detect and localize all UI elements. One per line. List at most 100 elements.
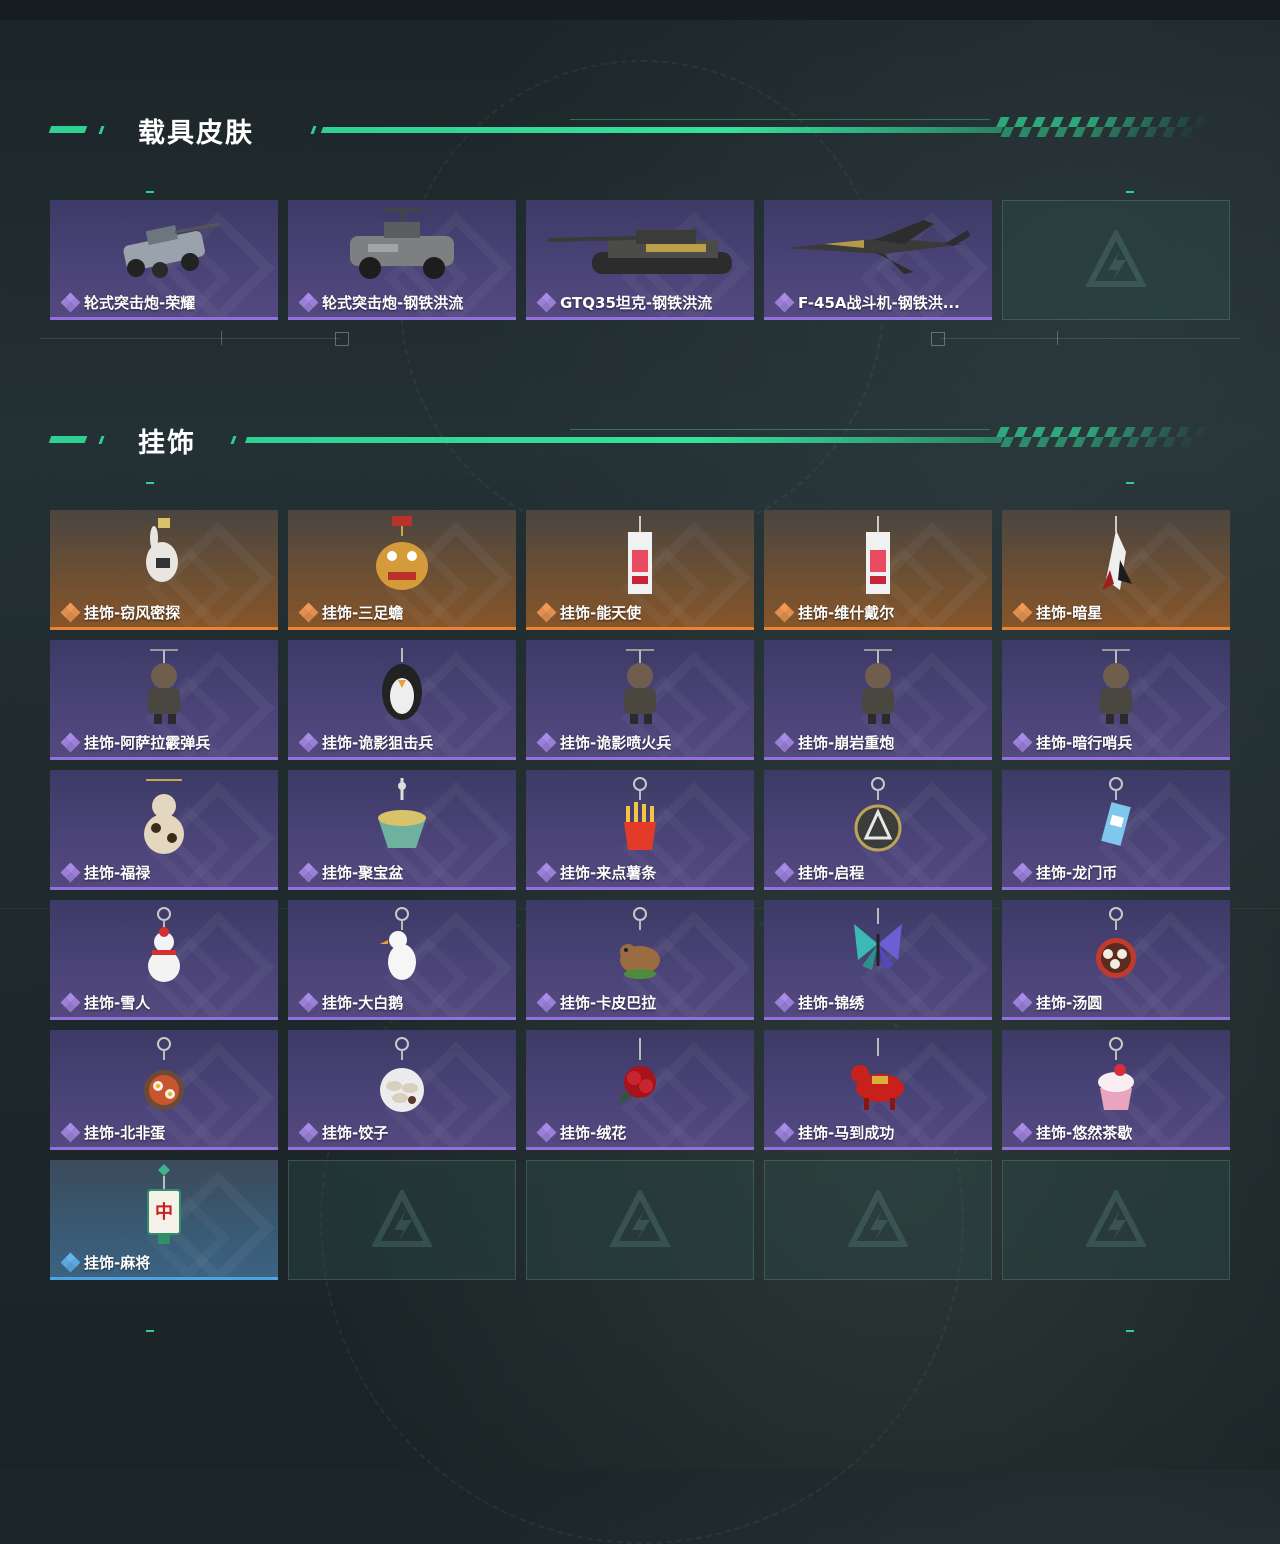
- item-card[interactable]: 挂饰-暗行哨兵: [1002, 640, 1230, 760]
- item-card[interactable]: 挂饰-诡影喷火兵: [526, 640, 754, 760]
- item-name: 挂饰-窃风密探: [84, 604, 181, 622]
- item-name: 挂饰-悠然茶歇: [1036, 1124, 1133, 1142]
- item-name: 挂饰-暗行哨兵: [1036, 734, 1133, 752]
- item-label-row: 挂饰-三足蟾: [298, 602, 404, 623]
- item-name: 挂饰-诡影喷火兵: [560, 734, 672, 752]
- item-card[interactable]: 挂饰-大白鹅: [288, 900, 516, 1020]
- item-card[interactable]: 挂饰-窃风密探: [50, 510, 278, 630]
- item-label-row: 挂饰-维什戴尔: [774, 602, 894, 623]
- item-label-row: 挂饰-暗行哨兵: [1012, 732, 1133, 753]
- rarity-diamond-icon: [536, 1122, 557, 1142]
- rarity-diamond-icon: [536, 862, 557, 882]
- empty-slot-logo-icon: [848, 1190, 908, 1247]
- empty-slot-card[interactable]: [764, 1160, 992, 1280]
- item-card[interactable]: 轮式突击炮-荣耀: [50, 200, 278, 320]
- item-label-row: 挂饰-龙门币: [1012, 862, 1118, 883]
- item-name: 挂饰-龙门币: [1036, 864, 1118, 882]
- bg-ruler: [940, 338, 1240, 339]
- item-label-row: 挂饰-北非蛋: [60, 1122, 165, 1143]
- rarity-diamond-icon: [774, 992, 795, 1012]
- item-card[interactable]: 挂饰-暗星: [1002, 510, 1230, 630]
- item-card[interactable]: 挂饰-福禄: [50, 770, 278, 890]
- item-label-row: 挂饰-大白鹅: [298, 992, 403, 1013]
- bg-ruler: [40, 338, 340, 339]
- item-card[interactable]: 挂饰-龙门币: [1002, 770, 1230, 890]
- item-card[interactable]: 挂饰-三足蟾: [288, 510, 516, 630]
- item-label-row: 挂饰-来点薯条: [536, 862, 656, 883]
- item-card[interactable]: 挂饰-马到成功: [764, 1030, 992, 1150]
- header-dash: [230, 436, 237, 444]
- item-card[interactable]: 挂饰-悠然茶歇: [1002, 1030, 1230, 1150]
- tank-icon: [547, 230, 732, 274]
- item-label-row: 挂饰-启程: [774, 862, 864, 883]
- item-name: 挂饰-暗星: [1036, 604, 1103, 622]
- item-label-row: 挂饰-卡皮巴拉: [536, 992, 656, 1013]
- item-label-row: 挂饰-暗星: [1012, 602, 1103, 623]
- item-name: 挂饰-聚宝盆: [322, 864, 404, 882]
- item-card[interactable]: 挂饰-绒花: [526, 1030, 754, 1150]
- item-name: 挂饰-锦绣: [798, 994, 865, 1012]
- vehicle-section-header: 载具皮肤: [48, 117, 1211, 149]
- charm-section-header: 挂饰: [48, 427, 1211, 459]
- header-dash: [310, 126, 317, 134]
- item-card[interactable]: 挂饰-雪人: [50, 900, 278, 1020]
- empty-slot-card[interactable]: [1002, 1160, 1230, 1280]
- item-card[interactable]: F-45A战斗机-钢铁洪...: [764, 200, 992, 320]
- item-card[interactable]: 挂饰-诡影狙击兵: [288, 640, 516, 760]
- item-label-row: 挂饰-阿萨拉霰弹兵: [60, 732, 210, 753]
- gourd-charm-icon: [144, 779, 184, 854]
- rarity-diamond-icon: [1012, 1122, 1033, 1142]
- item-card[interactable]: 挂饰-启程: [764, 770, 992, 890]
- corner-mark: [1126, 1330, 1134, 1332]
- empty-slot-logo-icon: [372, 1190, 432, 1247]
- item-card[interactable]: 挂饰-能天使: [526, 510, 754, 630]
- item-name: 挂饰-三足蟾: [322, 604, 404, 622]
- item-name: 挂饰-能天使: [560, 604, 642, 622]
- bg-box-marker: [335, 332, 349, 346]
- empty-slot-card[interactable]: [526, 1160, 754, 1280]
- bg-box-marker: [931, 332, 945, 346]
- item-name: 轮式突击炮-钢铁洪流: [322, 294, 464, 312]
- item-label-row: 挂饰-崩岩重炮: [774, 732, 894, 753]
- header-dash: [48, 126, 88, 133]
- mahjong-tile-charm-icon: 中: [147, 1164, 181, 1244]
- item-card[interactable]: 挂饰-崩岩重炮: [764, 640, 992, 760]
- item-name: F-45A战斗机-钢铁洪...: [798, 294, 960, 312]
- item-card[interactable]: 挂饰-锦绣: [764, 900, 992, 1020]
- rarity-diamond-icon: [536, 602, 557, 622]
- fighter-jet-icon: [786, 220, 970, 274]
- header-checker-pattern: [991, 427, 1211, 447]
- corner-mark: [1126, 482, 1134, 484]
- soldier-charm-icon: [148, 649, 180, 724]
- item-name: 挂饰-汤圆: [1036, 994, 1103, 1012]
- empty-slot-card[interactable]: [288, 1160, 516, 1280]
- treasure-bowl-charm-icon: [378, 778, 426, 848]
- item-card[interactable]: 挂饰-饺子: [288, 1030, 516, 1150]
- item-card[interactable]: 挂饰-聚宝盆: [288, 770, 516, 890]
- item-card[interactable]: 中挂饰-麻将: [50, 1160, 278, 1280]
- golden-toad-charm-icon: [376, 516, 428, 590]
- rarity-diamond-icon: [60, 732, 81, 752]
- coin-card-charm-icon: [1101, 777, 1131, 846]
- item-card[interactable]: 挂饰-维什戴尔: [764, 510, 992, 630]
- egg-dish-charm-icon: [144, 1037, 184, 1110]
- rarity-diamond-icon: [774, 602, 795, 622]
- item-label-row: 挂饰-诡影狙击兵: [298, 732, 433, 753]
- item-card[interactable]: GTQ35坦克-钢铁洪流: [526, 200, 754, 320]
- rarity-diamond-icon: [60, 1122, 81, 1142]
- item-card[interactable]: 挂饰-汤圆: [1002, 900, 1230, 1020]
- empty-slot-card[interactable]: [1002, 200, 1230, 320]
- header-checker-pattern: [991, 117, 1211, 137]
- item-name: 挂饰-麻将: [84, 1254, 151, 1272]
- item-card[interactable]: 挂饰-北非蛋: [50, 1030, 278, 1150]
- corner-mark: [146, 191, 154, 193]
- item-card[interactable]: 挂饰-卡皮巴拉: [526, 900, 754, 1020]
- item-card[interactable]: 挂饰-来点薯条: [526, 770, 754, 890]
- item-label-row: 挂饰-窃风密探: [60, 602, 181, 623]
- item-card[interactable]: 轮式突击炮-钢铁洪流: [288, 200, 516, 320]
- emblem-charm-icon: [854, 777, 902, 852]
- header-dash: [48, 436, 88, 443]
- item-label-row: 轮式突击炮-钢铁洪流: [298, 292, 464, 313]
- item-name: 挂饰-饺子: [322, 1124, 389, 1142]
- item-card[interactable]: 挂饰-阿萨拉霰弹兵: [50, 640, 278, 760]
